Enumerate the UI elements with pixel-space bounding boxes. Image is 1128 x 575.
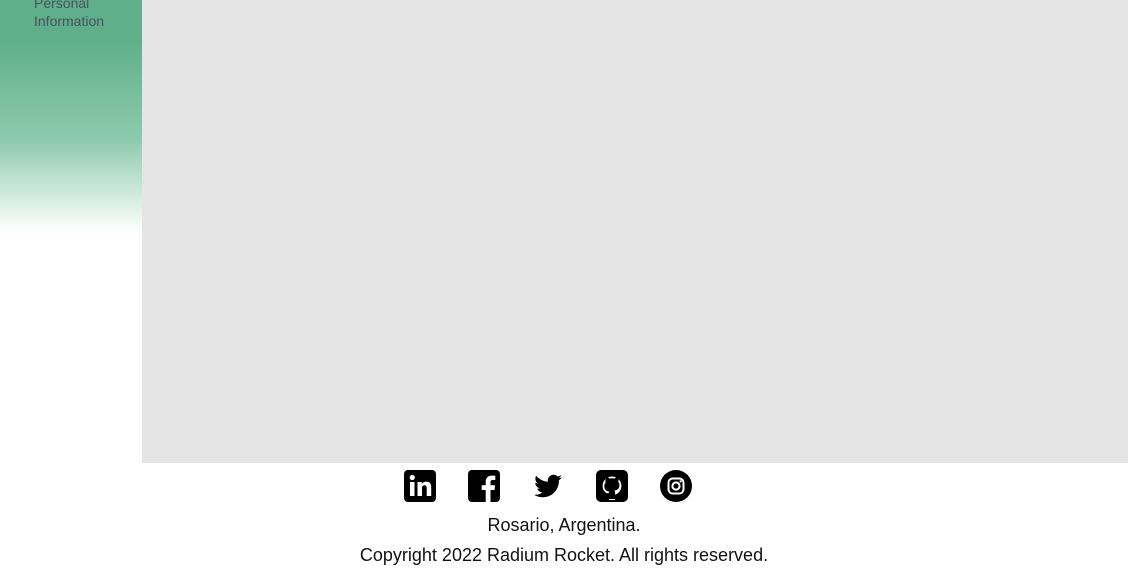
github-link[interactable] (594, 468, 630, 504)
linkedin-link[interactable] (402, 468, 438, 504)
footer-copyright: Copyright 2022 Radium Rocket. All rights… (359, 545, 769, 565)
instagram-icon (660, 470, 692, 502)
sidebar: Personal Information (0, 0, 142, 463)
twitter-link[interactable] (530, 468, 566, 504)
facebook-link[interactable] (466, 468, 502, 504)
twitter-icon (534, 474, 562, 498)
github-icon (596, 470, 628, 502)
main-content-area (142, 0, 1128, 463)
sidebar-item-personal-information[interactable]: Personal Information (34, 0, 134, 30)
social-links (402, 469, 694, 503)
facebook-icon (468, 470, 500, 502)
footer-location: Rosario, Argentina. (487, 515, 641, 535)
instagram-link[interactable] (658, 468, 694, 504)
linkedin-icon (404, 470, 436, 502)
footer: Rosario, Argentina. Copyright 2022 Radiu… (0, 463, 1128, 575)
